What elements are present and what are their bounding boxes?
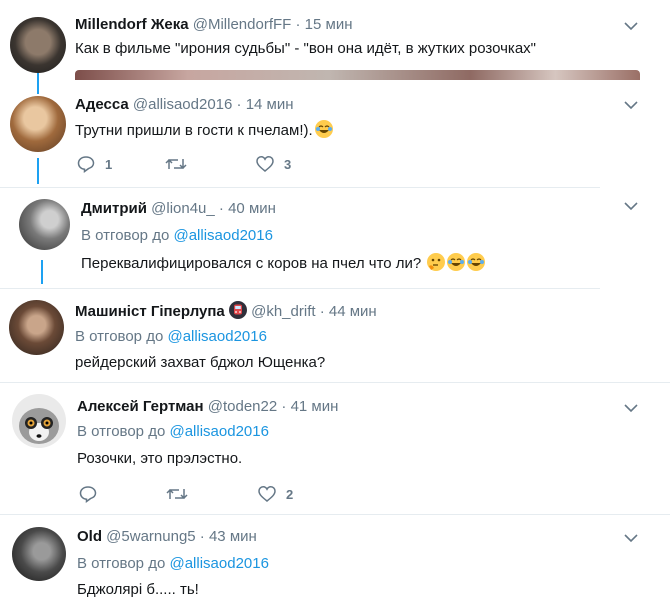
retweet-icon	[165, 158, 187, 170]
reply-count: 1	[105, 156, 113, 172]
tweet-header: Алексей Гертман @toden22 · 41 мин	[77, 398, 338, 415]
tweet-time[interactable]: 44 мин	[329, 303, 377, 320]
face-with-tears-of-joy-icon	[447, 253, 466, 271]
reply-button[interactable]	[79, 485, 97, 503]
tweet-header: Машиніст Гіперлупа @kh_drift · 44 мин	[75, 301, 377, 320]
tweet-time[interactable]: 40 мин	[228, 200, 276, 217]
dot-separator: ·	[199, 528, 205, 545]
chevron-down-icon[interactable]	[624, 21, 638, 31]
user-name[interactable]: Машиніст Гіперлупа	[75, 303, 225, 320]
reply-context: В отговор до @allisaod2016	[75, 328, 267, 345]
tweet-time[interactable]: 14 мин	[246, 96, 294, 113]
reply-context: В отговор до @allisaod2016	[77, 555, 269, 572]
chevron-down-icon[interactable]	[624, 201, 638, 211]
avatar[interactable]	[10, 96, 66, 152]
tweet[interactable]: Дмитрий @lion4u_ · 40 мин В отговор до @…	[0, 188, 670, 288]
like-button[interactable]: 2	[258, 485, 293, 503]
user-handle[interactable]: @toden22	[208, 398, 277, 415]
like-count: 3	[284, 156, 292, 172]
reply-prefix: В отговор до	[77, 423, 166, 440]
user-name[interactable]: Millendorf Жека	[75, 16, 189, 33]
user-handle[interactable]: @lion4u_	[151, 200, 215, 217]
user-name[interactable]: Old	[77, 528, 102, 545]
dot-separator: ·	[281, 398, 287, 415]
reply-icon	[79, 486, 97, 503]
retweet-button[interactable]	[165, 155, 187, 173]
reply-context: В отговор до @allisaod2016	[81, 227, 273, 244]
avatar[interactable]	[12, 394, 66, 448]
tweet-header: Old @5warnung5 · 43 мин	[77, 528, 257, 545]
tweet-text: Переквалифицировался с коров на пчел что…	[81, 253, 486, 272]
thread-line	[37, 158, 39, 184]
reply-to-link[interactable]: @allisaod2016	[173, 227, 272, 244]
avatar[interactable]	[19, 199, 70, 250]
like-count: 2	[286, 486, 294, 502]
user-handle[interactable]: @allisaod2016	[133, 96, 232, 113]
tweet[interactable]: Millendorf Жека @MillendorfFF · 15 мин К…	[0, 0, 670, 94]
reply-to-link[interactable]: @allisaod2016	[169, 423, 268, 440]
tweet-text-content: Трутни пришли в гости к пчелам!).	[75, 122, 313, 139]
tweet[interactable]: Адесса @allisaod2016 · 14 мин Трутни при…	[0, 85, 670, 187]
tweet[interactable]: Алексей Гертман @toden22 · 41 мин В отго…	[0, 383, 670, 514]
tweet-text: Бджолярі б..... ть!	[77, 581, 199, 598]
tweet[interactable]: Old @5warnung5 · 43 мин В отговор до @al…	[0, 515, 670, 611]
reply-to-link[interactable]: @allisaod2016	[167, 328, 266, 345]
heart-icon	[258, 486, 276, 502]
chevron-down-icon[interactable]	[624, 403, 638, 413]
face-with-tears-of-joy-icon	[314, 120, 333, 138]
tweet-header: Дмитрий @lion4u_ · 40 мин	[81, 200, 276, 217]
reply-prefix: В отговор до	[81, 227, 170, 244]
user-name[interactable]: Дмитрий	[81, 200, 147, 217]
avatar[interactable]	[12, 527, 66, 581]
dot-separator: ·	[319, 303, 325, 320]
reply-prefix: В отговор до	[75, 328, 164, 345]
user-name[interactable]: Адесса	[75, 96, 129, 113]
media-preview[interactable]	[75, 70, 640, 80]
dot-separator: ·	[236, 96, 242, 113]
tweet-header: Адесса @allisaod2016 · 14 мин	[75, 96, 294, 113]
user-handle[interactable]: @5warnung5	[106, 528, 195, 545]
tweet-time[interactable]: 41 мин	[291, 398, 339, 415]
tweet-text: Розочки, это прэлэстно.	[77, 450, 243, 467]
tweet[interactable]: Машиніст Гіперлупа @kh_drift · 44 мин В …	[0, 289, 670, 382]
user-handle[interactable]: @kh_drift	[251, 303, 315, 320]
like-button[interactable]: 3	[256, 155, 291, 173]
avatar[interactable]	[9, 300, 64, 355]
dot-separator: ·	[218, 200, 224, 217]
tweet-time[interactable]: 43 мин	[209, 528, 257, 545]
face-with-tears-of-joy-icon	[467, 253, 486, 271]
user-handle[interactable]: @MillendorfFF	[193, 16, 292, 33]
tweet-text: Трутни пришли в гости к пчелам!).	[75, 120, 333, 139]
tweet-header: Millendorf Жека @MillendorfFF · 15 мин	[75, 16, 353, 33]
reply-to-link[interactable]: @allisaod2016	[169, 555, 268, 572]
tweet-time[interactable]: 15 мин	[305, 16, 353, 33]
thinking-face-icon	[427, 253, 446, 271]
avatar[interactable]	[10, 17, 66, 73]
retweet-button[interactable]	[166, 485, 188, 503]
reply-icon	[77, 156, 95, 173]
user-name[interactable]: Алексей Гертман	[77, 398, 204, 415]
chevron-down-icon[interactable]	[624, 533, 638, 543]
train-icon	[228, 301, 247, 319]
reply-button[interactable]: 1	[77, 155, 112, 173]
retweet-icon	[166, 488, 188, 500]
reply-context: В отговор до @allisaod2016	[77, 423, 269, 440]
dot-separator: ·	[295, 16, 301, 33]
tweet-text-content: Переквалифицировался с коров на пчел что…	[81, 255, 422, 272]
chevron-down-icon[interactable]	[624, 100, 638, 110]
heart-icon	[256, 156, 274, 172]
tweet-text: рейдерский захват бджол Ющенка?	[75, 354, 326, 371]
thread-line	[41, 260, 43, 284]
reply-prefix: В отговор до	[77, 555, 166, 572]
tweet-text: Как в фильме "ирония судьбы" - "вон она …	[75, 40, 536, 57]
lemur-image	[19, 408, 59, 444]
